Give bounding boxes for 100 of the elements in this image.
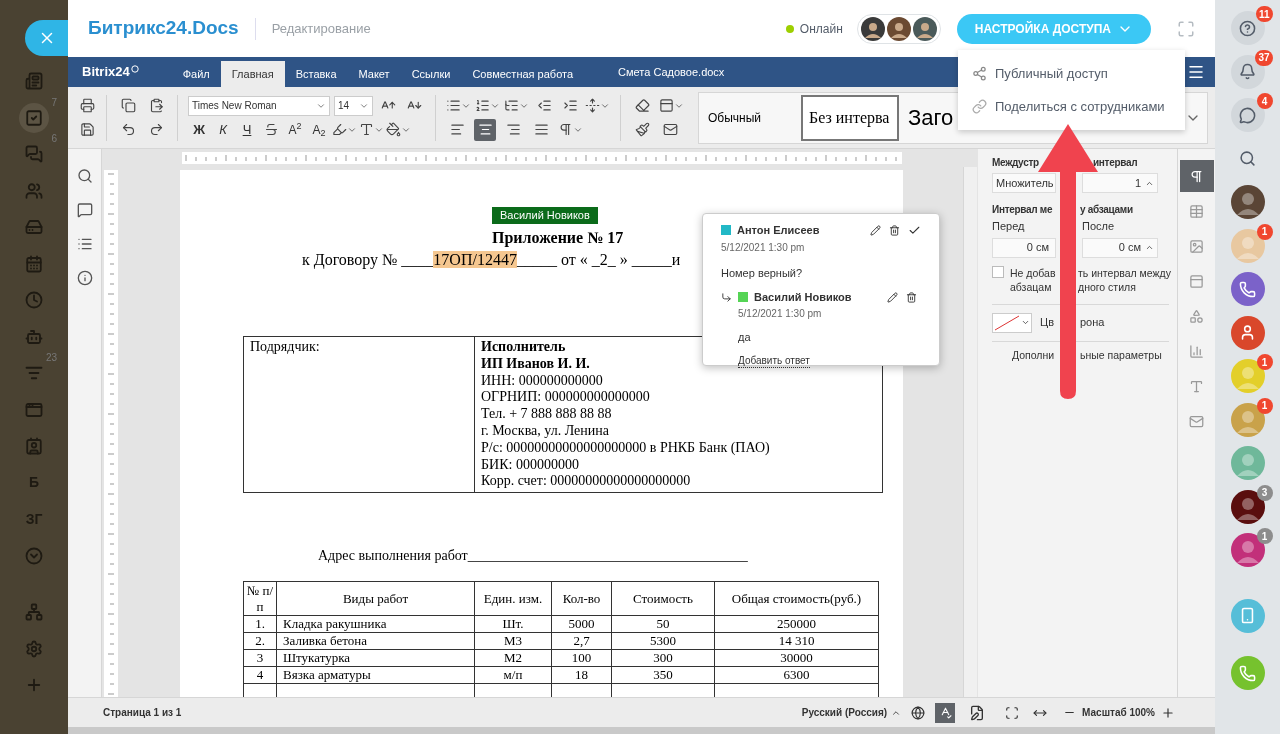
zoom-in-icon[interactable] — [1161, 705, 1175, 720]
comments-icon[interactable] — [76, 202, 93, 218]
multilevel-icon — [504, 98, 519, 113]
table-settings-icon — [1189, 203, 1204, 219]
avatar[interactable] — [1230, 489, 1265, 524]
navigation-icon[interactable] — [76, 236, 93, 252]
bullets-icon — [446, 98, 461, 113]
strikethrough-icon — [263, 122, 279, 137]
menu-item[interactable]: Публичный доступ — [972, 63, 1185, 83]
font-select[interactable]: Times New Roman — [188, 95, 330, 116]
share-icon — [972, 65, 987, 81]
color-picker[interactable] — [992, 312, 1032, 333]
menu-item[interactable]: Поделиться с сотрудниками — [972, 97, 1185, 117]
spacing-value-field[interactable]: 1 — [1082, 173, 1158, 193]
menu-tab[interactable]: Макет — [347, 61, 401, 87]
after-field[interactable]: 0 см — [1082, 237, 1158, 258]
comment-date: 5/12/2021 1:30 pm — [737, 306, 823, 321]
format-painter-icon — [634, 122, 650, 137]
mail-icon — [662, 122, 678, 137]
settings-icon — [25, 639, 43, 658]
scrollbar[interactable] — [963, 167, 977, 697]
style-option[interactable]: Обычный — [701, 94, 799, 141]
window-icon — [25, 400, 43, 419]
column-header: Стоимость — [611, 581, 715, 616]
globe-icon[interactable] — [911, 705, 926, 720]
align-center-button[interactable] — [474, 118, 496, 141]
text-art-icon — [1189, 378, 1204, 394]
indent-icon — [562, 98, 578, 113]
avatar — [912, 16, 937, 41]
edit-icon[interactable] — [887, 291, 898, 303]
shading-icon — [659, 98, 674, 113]
edit-icon[interactable] — [870, 224, 881, 236]
online-status: Онлайн — [799, 20, 843, 38]
help-icon — [1239, 19, 1256, 37]
font-size-select[interactable]: 14 — [334, 95, 373, 116]
copy-icon — [120, 98, 136, 113]
page-counter: Страница 1 из 1 — [103, 706, 182, 720]
notification-badge: 1 — [1256, 223, 1273, 240]
language-select[interactable]: Русский (Россия) — [801, 705, 902, 720]
fill-icon — [386, 122, 401, 137]
search-icon — [1239, 150, 1256, 167]
sidebar-button[interactable] — [1230, 315, 1265, 350]
menu-tab[interactable]: Ссылки — [400, 61, 462, 87]
sidebar-button[interactable] — [1230, 272, 1265, 306]
format-button[interactable]: Ж — [188, 118, 210, 141]
notification-count: 6 — [51, 134, 57, 144]
pilcrow-icon — [558, 122, 573, 137]
info-icon[interactable] — [76, 270, 93, 286]
checkbox-label: абзацам — [1010, 280, 1052, 293]
image-settings-icon — [1189, 238, 1204, 254]
format-button[interactable]: Ч — [236, 118, 258, 141]
checkbox[interactable] — [992, 265, 1004, 278]
column-header: Кол-во — [551, 581, 612, 616]
spellcheck-icon[interactable] — [935, 702, 956, 723]
mail-merge-icon — [1189, 413, 1204, 429]
table-cell: 18 — [551, 666, 612, 684]
notification-badge: 1 — [1256, 397, 1273, 414]
logo[interactable]: Битрикс24.Docs — [88, 14, 239, 43]
format-button[interactable]: К — [212, 118, 234, 141]
script-button[interactable]: A$_{2}$ — [308, 118, 330, 141]
print-icon — [79, 98, 95, 113]
menu-tab[interactable]: Совместная работа — [461, 61, 585, 87]
avatar[interactable] — [1230, 185, 1265, 219]
people-icon — [25, 181, 43, 200]
fit-page-icon[interactable] — [1005, 705, 1020, 720]
notification-badge: 4 — [1256, 93, 1273, 109]
before-field[interactable]: 0 см — [992, 237, 1056, 258]
avatar — [860, 16, 885, 41]
column-header: № п/п — [243, 581, 277, 616]
field-label: Перед — [992, 219, 1026, 234]
table-cell: 2. — [243, 632, 277, 650]
avatar — [886, 16, 911, 41]
close-button[interactable] — [25, 20, 68, 56]
track-changes-icon[interactable] — [969, 704, 986, 721]
menu-tab[interactable]: Вставка — [284, 61, 348, 87]
menu-tab[interactable]: Файл — [171, 61, 221, 87]
address-line: Адрес выполнения работ________________________________________ — [318, 548, 748, 564]
comment-text: Номер верный? — [721, 265, 804, 281]
spinner-icon[interactable] — [1145, 243, 1154, 252]
no-color-swatch-icon — [993, 313, 1021, 332]
table-cell: 3 — [243, 649, 277, 667]
menu-tab[interactable]: Главная — [220, 61, 285, 87]
menu-icon[interactable] — [1187, 63, 1205, 81]
background-label: Цв — [1040, 316, 1054, 329]
section-title: у абзацами — [1080, 203, 1133, 217]
contractor-detail: Исполнитель — [481, 339, 566, 354]
table-cell: 50 — [611, 615, 715, 633]
table-cell: Штукатурка — [276, 649, 475, 667]
chart-settings-icon — [1189, 343, 1204, 359]
delete-icon[interactable] — [906, 291, 917, 303]
author-label: Василий Новиков — [492, 207, 598, 224]
undo-icon — [120, 122, 136, 137]
spacing-mode-select[interactable]: Множитель — [992, 173, 1056, 193]
delete-icon[interactable] — [889, 224, 900, 236]
style-option[interactable]: Без интерва — [801, 94, 899, 141]
settings-tab[interactable] — [1179, 160, 1214, 192]
search-icon[interactable] — [76, 168, 93, 184]
script-button[interactable]: A$^{2}$ — [284, 118, 306, 141]
style-option[interactable]: Заго — [901, 94, 961, 141]
add-reply-link[interactable]: Добавить ответ — [738, 355, 810, 368]
